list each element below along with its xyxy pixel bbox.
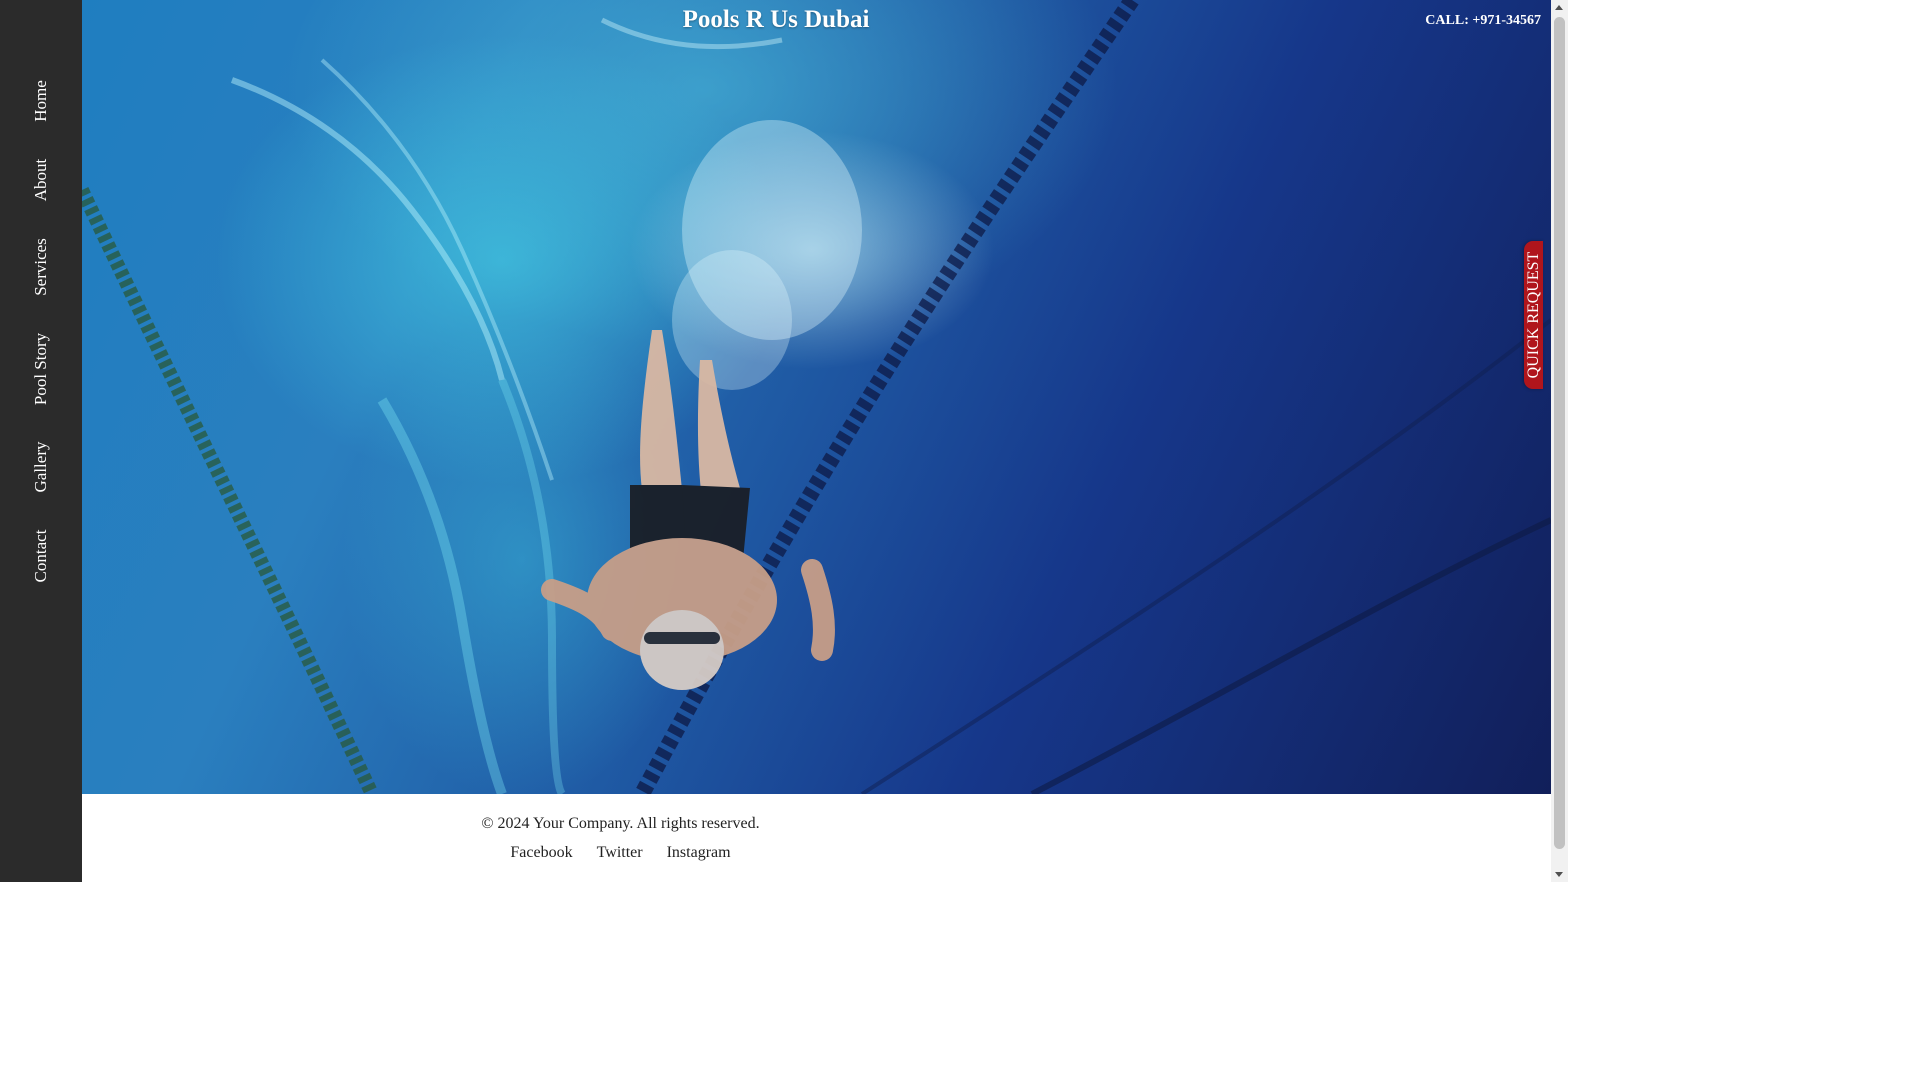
facebook-link[interactable]: Facebook (510, 844, 572, 861)
page: Home About Services Pool Story Gallery C… (0, 0, 1568, 882)
quick-request-label: QUICK REQUEST (1524, 251, 1542, 379)
vertical-scrollbar[interactable] (1551, 0, 1568, 882)
call-phone-number[interactable]: CALL: +971-34567 (1425, 13, 1541, 29)
hero-image: Pools R Us Dubai CALL: +971-34567 (82, 0, 1551, 794)
twitter-link[interactable]: Twitter (597, 844, 643, 861)
instagram-link[interactable]: Instagram (667, 844, 731, 861)
scroll-thumb[interactable] (1554, 17, 1565, 849)
footer: © 2024 Your Company. All rights reserved… (82, 794, 1551, 882)
sidebar-item-services[interactable]: Services (31, 238, 51, 296)
sidebar-item-about[interactable]: About (31, 159, 51, 202)
copyright-text: © 2024 Your Company. All rights reserved… (481, 815, 760, 832)
scroll-up-arrow-icon[interactable] (1555, 5, 1563, 10)
quick-request-button[interactable]: QUICK REQUEST (1524, 241, 1543, 389)
scroll-down-arrow-icon[interactable] (1555, 872, 1563, 877)
underwater-swimmer-illustration (82, 0, 1551, 794)
site-title[interactable]: Pools R Us Dubai (82, 6, 1470, 34)
sidebar-item-gallery[interactable]: Gallery (31, 442, 51, 493)
social-links: Facebook Twitter Instagram (82, 844, 1159, 862)
sidebar-item-pool-story[interactable]: Pool Story (31, 333, 51, 405)
sidebar-nav: Home About Services Pool Story Gallery C… (0, 0, 82, 882)
sidebar-item-home[interactable]: Home (31, 80, 51, 122)
sidebar-item-contact[interactable]: Contact (31, 530, 51, 583)
